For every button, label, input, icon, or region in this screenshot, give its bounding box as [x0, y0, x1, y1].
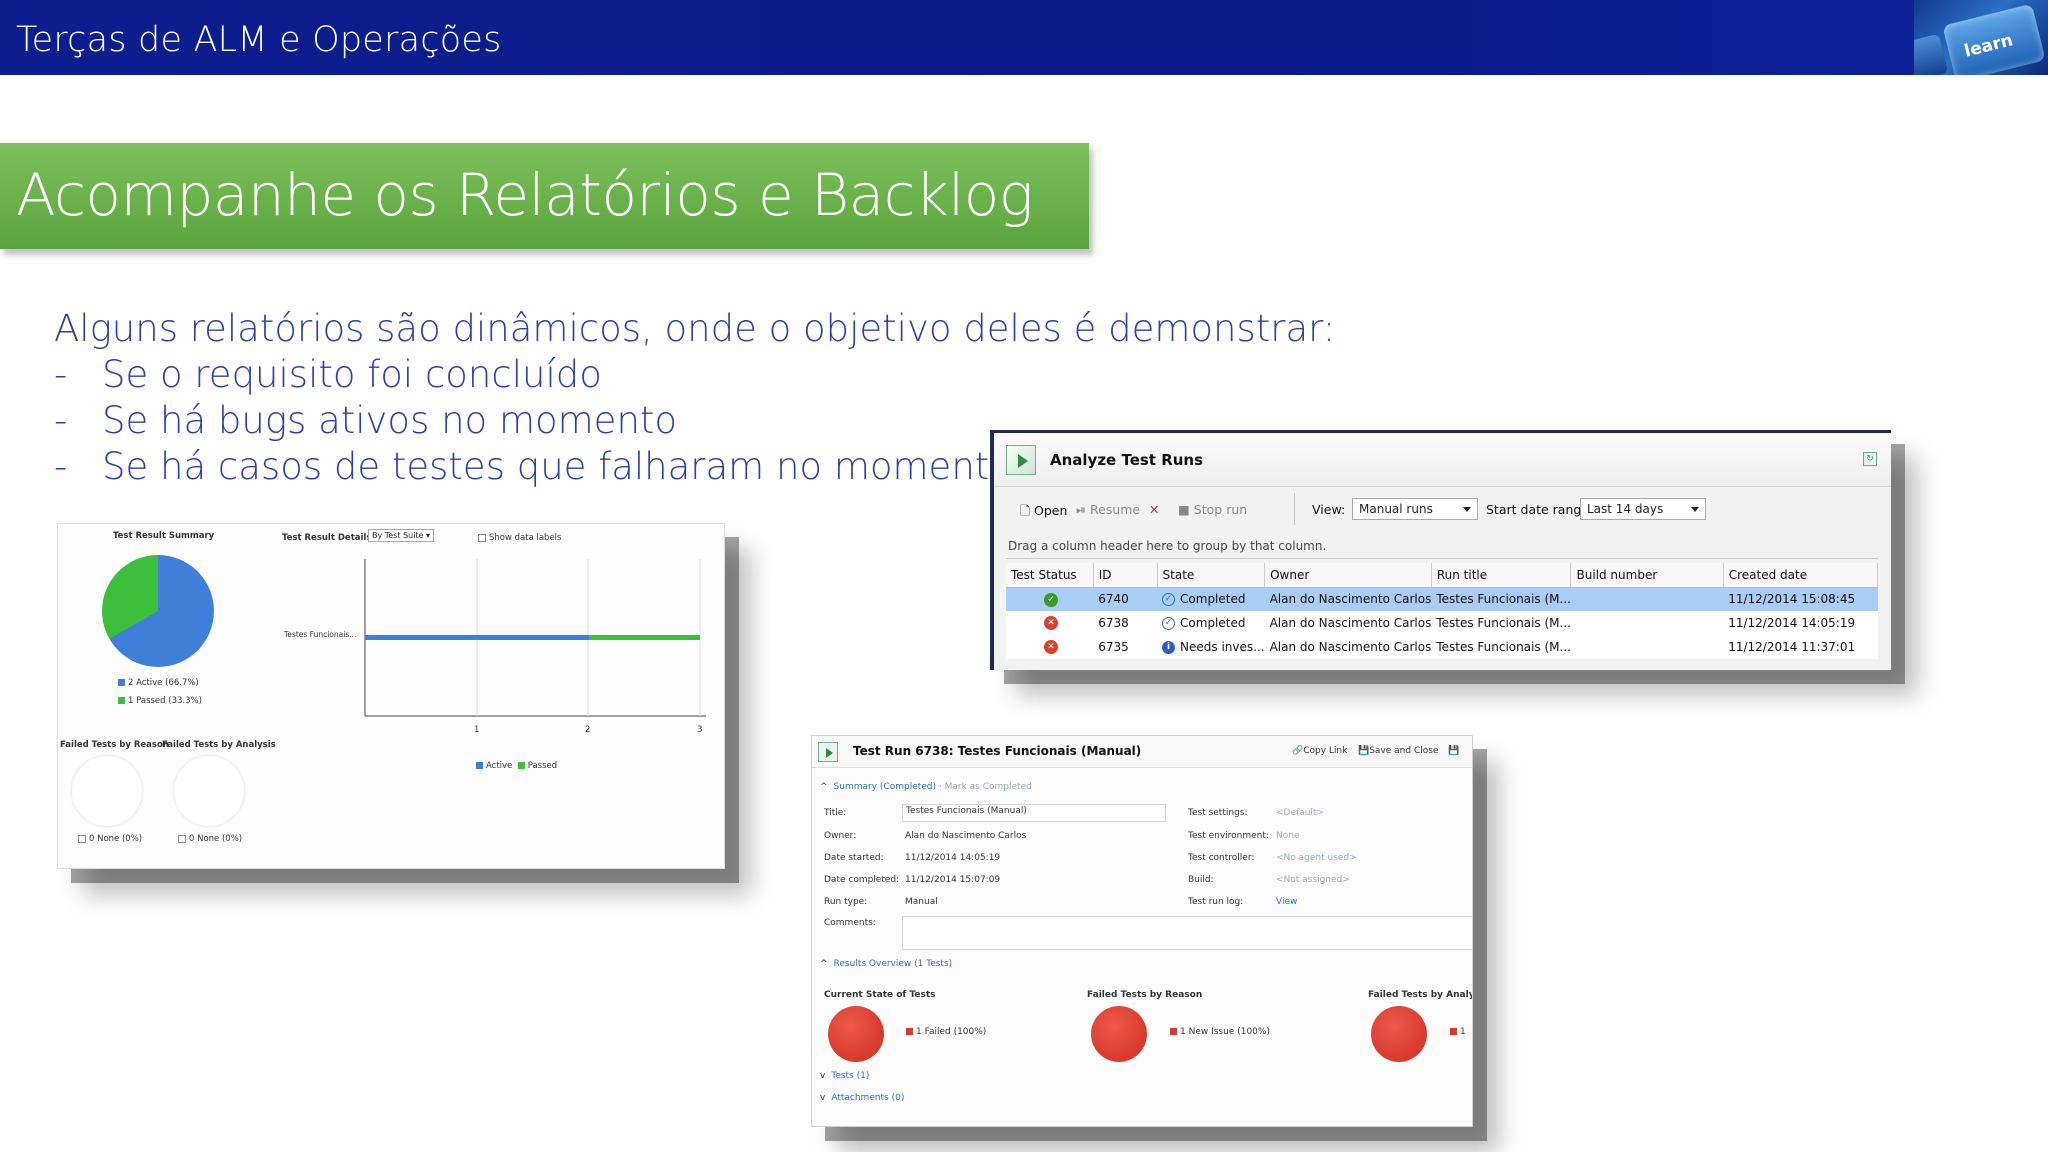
- date-range-label: Start date range:: [1486, 502, 1594, 517]
- failed-reason-title: Failed Tests by Reason: [60, 740, 169, 750]
- test-run-icon: [1006, 445, 1036, 475]
- owner-value: Alan do Nascimento Carlos: [905, 831, 1027, 841]
- table-header-row: Test Status ID State Owner Run title Bui…: [1006, 563, 1879, 588]
- test-run-icon: [818, 742, 838, 762]
- date-completed-value: 11/12/2014 15:07:09: [905, 875, 1001, 885]
- bullet-item: - Se o requisito foi concluído: [54, 353, 602, 396]
- column-header[interactable]: Owner: [1264, 563, 1432, 588]
- comments-field[interactable]: [902, 916, 1472, 950]
- test-runs-table: Test Status ID State Owner Run title Bui…: [1006, 563, 1879, 659]
- bar-category-label: Testes Funcionais...: [284, 630, 357, 639]
- passed-icon: ✓: [1044, 592, 1058, 607]
- slide-title: Acompanhe os Relatórios e Backlog: [16, 161, 1034, 229]
- learn-key-logo: learn: [1914, 0, 2048, 75]
- attachments-section-toggle[interactable]: v Attachments (0): [820, 1093, 904, 1103]
- view-label: View:: [1312, 502, 1346, 517]
- test-run-log-link[interactable]: View: [1276, 897, 1297, 907]
- resume-button[interactable]: ⏯ Resume: [1076, 502, 1140, 518]
- window-title: Test Run 6738: Testes Funcionais (Manual…: [853, 744, 1142, 758]
- view-select[interactable]: Manual runs: [1352, 498, 1478, 520]
- bullet-item: - Se há bugs ativos no momento: [54, 399, 678, 442]
- test-settings-link[interactable]: <Default>: [1276, 808, 1324, 818]
- bullet-list: - Se o requisito foi concluído - Se há bug…: [54, 352, 1012, 490]
- analyze-test-runs-window: Analyze Test Runs ↻ 🗋 Open ⏯ Resume ✕ ■ …: [990, 430, 1891, 670]
- group-by-hint: Drag a column header here to group by th…: [1006, 533, 1878, 559]
- bar-passed: [589, 635, 700, 640]
- status-cell: ✕: [1006, 635, 1094, 659]
- summary-section-toggle[interactable]: ^ Summary (Completed) · Mark as Completed: [820, 782, 1032, 792]
- title-field[interactable]: Testes Funcionais (Manual): [902, 804, 1166, 822]
- refresh-icon[interactable]: ↻: [1863, 452, 1877, 466]
- column-header[interactable]: Build number: [1570, 563, 1724, 588]
- dashboard-screenshot: Test Result Summary 2 Active (66.7%) 1 P…: [57, 523, 725, 869]
- x-tick: 2: [585, 725, 591, 735]
- intro-text: Alguns relatórios são dinâmicos, onde o …: [54, 307, 1336, 350]
- test-environment-value: None: [1276, 831, 1300, 841]
- date-range-select[interactable]: Last 14 days: [1580, 498, 1706, 520]
- bullet-item: - Se há casos de testes que falharam no m…: [54, 445, 1012, 488]
- test-run-window: Test Run 6738: Testes Funcionais (Manual…: [811, 735, 1473, 1127]
- delete-icon[interactable]: ✕: [1149, 502, 1159, 517]
- date-started-value: 11/12/2014 14:05:19: [905, 853, 1001, 863]
- chart-title: Failed Tests by Reason: [1087, 990, 1203, 1000]
- header-bar: Terças de ALM e Operações learn: [0, 0, 2048, 75]
- save-close-button[interactable]: 💾Save and Close: [1358, 746, 1438, 756]
- toolbar-divider: [1294, 493, 1295, 525]
- save-icon[interactable]: 💾: [1448, 746, 1459, 756]
- bar-active: [365, 635, 589, 640]
- details-bar-chart: [364, 559, 706, 717]
- results-overview-toggle[interactable]: ^ Results Overview (1 Tests): [820, 959, 952, 969]
- info-icon: i: [1162, 641, 1176, 654]
- section-banner: Acompanhe os Relatórios e Backlog: [0, 143, 1089, 249]
- run-type-value: Manual: [905, 897, 938, 907]
- chart-title: Current State of Tests: [824, 990, 936, 1000]
- keycap-graphic: [1914, 33, 1949, 75]
- none-label: 0 None (0%): [78, 834, 142, 844]
- x-tick: 3: [697, 725, 703, 735]
- completed-icon: ✓: [1162, 617, 1176, 630]
- chevron-up-icon: ^: [820, 959, 828, 969]
- failed-icon: ✕: [1044, 616, 1058, 631]
- failed-icon: ✕: [1044, 640, 1058, 655]
- stop-run-button[interactable]: ■ Stop run: [1178, 502, 1247, 517]
- column-header[interactable]: Run title: [1431, 563, 1572, 588]
- chart-legend: 1 Failed (100%): [906, 1027, 986, 1037]
- column-header[interactable]: Test Status: [1006, 563, 1094, 588]
- open-button[interactable]: 🗋 Open: [1020, 502, 1067, 523]
- test-controller-value: <No agent used>: [1276, 853, 1357, 863]
- table-row[interactable]: ✓ 6740 ✓ Completed Alan do Nascimento Car…: [1006, 587, 1878, 611]
- chevron-down-icon: v: [820, 1093, 826, 1103]
- build-value: <Not assigned>: [1276, 875, 1350, 885]
- column-header[interactable]: Created date: [1723, 563, 1879, 588]
- chart-legend: 1: [1450, 1027, 1466, 1037]
- status-cell: ✕: [1006, 611, 1094, 635]
- toolbar: 🗋 Open ⏯ Resume ✕ ■ Stop run View: Manua…: [1006, 493, 1878, 527]
- table-row[interactable]: ✕ 6738 ✓ Completed Alan do Nascimento Car…: [1006, 611, 1878, 635]
- copy-link-button[interactable]: 🔗Copy Link: [1292, 746, 1347, 756]
- mark-completed-link[interactable]: Mark as Completed: [945, 782, 1032, 792]
- failed-analysis-title: Failed Tests by Analysis: [162, 740, 276, 750]
- chart-title: Failed Tests by Analysis: [1368, 990, 1472, 1000]
- failed-reason-chart: [72, 756, 142, 826]
- failed-analysis-chart: [174, 756, 244, 826]
- series-legend: Active Passed: [476, 761, 557, 771]
- chevron-down-icon: v: [820, 1071, 826, 1081]
- completed-icon: ✓: [1162, 593, 1176, 607]
- chart-legend: 1 New Issue (100%): [1170, 1027, 1270, 1037]
- table-row[interactable]: ✕ 6735 i Needs inves... Alan do Nasciment…: [1006, 635, 1878, 659]
- none-label: 0 None (0%): [178, 834, 242, 844]
- chevron-up-icon: ^: [820, 782, 828, 792]
- tests-section-toggle[interactable]: v Tests (1): [820, 1071, 869, 1081]
- current-state-chart: [828, 1006, 884, 1062]
- column-header[interactable]: ID: [1093, 563, 1158, 588]
- failed-analysis-chart: [1371, 1006, 1427, 1062]
- header-title: Terças de ALM e Operações: [16, 20, 502, 60]
- window-header: Test Run 6738: Testes Funcionais (Manual…: [812, 736, 1472, 768]
- status-cell: ✓: [1006, 587, 1094, 611]
- window-header: Analyze Test Runs ↻: [994, 433, 1891, 487]
- column-header[interactable]: State: [1157, 563, 1266, 588]
- x-tick: 1: [474, 725, 480, 735]
- window-title: Analyze Test Runs: [1050, 451, 1204, 469]
- failed-reason-chart: [1091, 1006, 1147, 1062]
